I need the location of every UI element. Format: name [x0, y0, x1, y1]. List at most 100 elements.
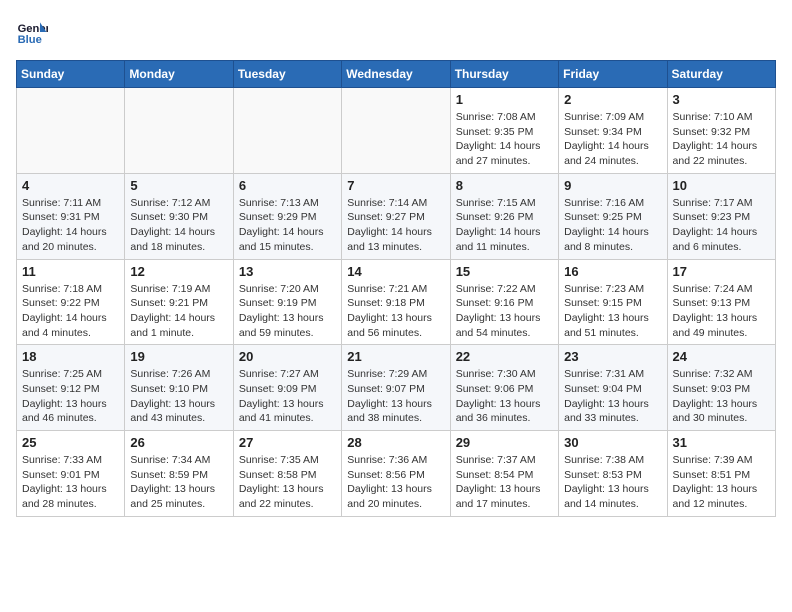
day-number: 12 [130, 264, 227, 279]
calendar-day-cell: 19 Sunrise: 7:26 AM Sunset: 9:10 PM Dayli… [125, 345, 233, 431]
calendar-day-cell: 23Sunrise: 7:31 AM Sunset: 9:04 PM Dayli… [559, 345, 667, 431]
day-info: Sunrise: 7:37 AM Sunset: 8:54 PM Dayligh… [456, 453, 553, 512]
calendar-day-cell: 14 Sunrise: 7:21 AM Sunset: 9:18 PM Dayli… [342, 259, 450, 345]
day-info: Sunrise: 7:23 AM Sunset: 9:15 PM Dayligh… [564, 282, 661, 341]
day-info: Sunrise: 7:25 AM Sunset: 9:12 PM Dayligh… [22, 367, 119, 426]
day-info: Sunrise: 7:22 AM Sunset: 9:16 PM Dayligh… [456, 282, 553, 341]
day-number: 19 [130, 349, 227, 364]
day-info: Sunrise: 7:08 AM Sunset: 9:35 PM Dayligh… [456, 110, 553, 169]
day-info: Sunrise: 7:36 AM Sunset: 8:56 PM Dayligh… [347, 453, 444, 512]
day-info: Sunrise: 7:19 AM Sunset: 9:21 PM Dayligh… [130, 282, 227, 341]
calendar-day-cell: 26 Sunrise: 7:34 AM Sunset: 8:59 PM Dayli… [125, 431, 233, 517]
calendar-day-cell: 24 Sunrise: 7:32 AM Sunset: 9:03 PM Dayli… [667, 345, 775, 431]
day-number: 11 [22, 264, 119, 279]
day-number: 31 [673, 435, 770, 450]
day-number: 4 [22, 178, 119, 193]
day-info: Sunrise: 7:10 AM Sunset: 9:32 PM Dayligh… [673, 110, 770, 169]
calendar-week-row: 11 Sunrise: 7:18 AM Sunset: 9:22 PM Dayli… [17, 259, 776, 345]
day-info: Sunrise: 7:16 AM Sunset: 9:25 PM Dayligh… [564, 196, 661, 255]
svg-text:Blue: Blue [18, 34, 42, 46]
day-number: 25 [22, 435, 119, 450]
calendar-week-row: 1 Sunrise: 7:08 AM Sunset: 9:35 PM Daylig… [17, 88, 776, 174]
day-info: Sunrise: 7:09 AM Sunset: 9:34 PM Dayligh… [564, 110, 661, 169]
day-number: 1 [456, 92, 553, 107]
day-info: Sunrise: 7:13 AM Sunset: 9:29 PM Dayligh… [239, 196, 336, 255]
day-info: Sunrise: 7:33 AM Sunset: 9:01 PM Dayligh… [22, 453, 119, 512]
day-number: 16 [564, 264, 661, 279]
day-number: 8 [456, 178, 553, 193]
calendar-header-tuesday: Tuesday [233, 61, 341, 88]
day-number: 22 [456, 349, 553, 364]
day-info: Sunrise: 7:32 AM Sunset: 9:03 PM Dayligh… [673, 367, 770, 426]
calendar-day-cell: 12 Sunrise: 7:19 AM Sunset: 9:21 PM Dayli… [125, 259, 233, 345]
calendar-day-cell: 27 Sunrise: 7:35 AM Sunset: 8:58 PM Dayli… [233, 431, 341, 517]
calendar-body: 1 Sunrise: 7:08 AM Sunset: 9:35 PM Daylig… [17, 88, 776, 517]
calendar-empty-cell [17, 88, 125, 174]
day-number: 15 [456, 264, 553, 279]
calendar-day-cell: 6Sunrise: 7:13 AM Sunset: 9:29 PM Daylig… [233, 173, 341, 259]
calendar-day-cell: 9 Sunrise: 7:16 AM Sunset: 9:25 PM Daylig… [559, 173, 667, 259]
calendar-header-row: SundayMondayTuesdayWednesdayThursdayFrid… [17, 61, 776, 88]
calendar-empty-cell [342, 88, 450, 174]
day-info: Sunrise: 7:30 AM Sunset: 9:06 PM Dayligh… [456, 367, 553, 426]
day-number: 29 [456, 435, 553, 450]
calendar-header-monday: Monday [125, 61, 233, 88]
calendar-day-cell: 3 Sunrise: 7:10 AM Sunset: 9:32 PM Daylig… [667, 88, 775, 174]
day-number: 27 [239, 435, 336, 450]
calendar-day-cell: 4 Sunrise: 7:11 AM Sunset: 9:31 PM Daylig… [17, 173, 125, 259]
day-number: 2 [564, 92, 661, 107]
calendar-header-sunday: Sunday [17, 61, 125, 88]
day-number: 28 [347, 435, 444, 450]
day-number: 13 [239, 264, 336, 279]
calendar-empty-cell [233, 88, 341, 174]
calendar-day-cell: 2 Sunrise: 7:09 AM Sunset: 9:34 PM Daylig… [559, 88, 667, 174]
day-info: Sunrise: 7:29 AM Sunset: 9:07 PM Dayligh… [347, 367, 444, 426]
calendar-day-cell: 10 Sunrise: 7:17 AM Sunset: 9:23 PM Dayli… [667, 173, 775, 259]
calendar-day-cell: 5Sunrise: 7:12 AM Sunset: 9:30 PM Daylig… [125, 173, 233, 259]
day-number: 20 [239, 349, 336, 364]
day-info: Sunrise: 7:14 AM Sunset: 9:27 PM Dayligh… [347, 196, 444, 255]
calendar-day-cell: 8Sunrise: 7:15 AM Sunset: 9:26 PM Daylig… [450, 173, 558, 259]
day-number: 9 [564, 178, 661, 193]
logo: General Blue [16, 16, 52, 48]
day-number: 10 [673, 178, 770, 193]
day-number: 30 [564, 435, 661, 450]
day-number: 14 [347, 264, 444, 279]
day-info: Sunrise: 7:27 AM Sunset: 9:09 PM Dayligh… [239, 367, 336, 426]
day-info: Sunrise: 7:35 AM Sunset: 8:58 PM Dayligh… [239, 453, 336, 512]
day-number: 5 [130, 178, 227, 193]
calendar-day-cell: 13Sunrise: 7:20 AM Sunset: 9:19 PM Dayli… [233, 259, 341, 345]
day-info: Sunrise: 7:11 AM Sunset: 9:31 PM Dayligh… [22, 196, 119, 255]
calendar-day-cell: 18Sunrise: 7:25 AM Sunset: 9:12 PM Dayli… [17, 345, 125, 431]
calendar-day-cell: 29 Sunrise: 7:37 AM Sunset: 8:54 PM Dayli… [450, 431, 558, 517]
day-number: 7 [347, 178, 444, 193]
calendar-day-cell: 7 Sunrise: 7:14 AM Sunset: 9:27 PM Daylig… [342, 173, 450, 259]
logo-icon: General Blue [16, 16, 48, 48]
day-info: Sunrise: 7:21 AM Sunset: 9:18 PM Dayligh… [347, 282, 444, 341]
calendar-header-thursday: Thursday [450, 61, 558, 88]
calendar-day-cell: 31 Sunrise: 7:39 AM Sunset: 8:51 PM Dayli… [667, 431, 775, 517]
calendar-week-row: 4 Sunrise: 7:11 AM Sunset: 9:31 PM Daylig… [17, 173, 776, 259]
calendar-day-cell: 30Sunrise: 7:38 AM Sunset: 8:53 PM Dayli… [559, 431, 667, 517]
day-info: Sunrise: 7:18 AM Sunset: 9:22 PM Dayligh… [22, 282, 119, 341]
calendar-week-row: 18Sunrise: 7:25 AM Sunset: 9:12 PM Dayli… [17, 345, 776, 431]
calendar-header-wednesday: Wednesday [342, 61, 450, 88]
day-number: 26 [130, 435, 227, 450]
calendar-header-friday: Friday [559, 61, 667, 88]
day-info: Sunrise: 7:26 AM Sunset: 9:10 PM Dayligh… [130, 367, 227, 426]
day-info: Sunrise: 7:34 AM Sunset: 8:59 PM Dayligh… [130, 453, 227, 512]
calendar-day-cell: 17Sunrise: 7:24 AM Sunset: 9:13 PM Dayli… [667, 259, 775, 345]
calendar-day-cell: 25 Sunrise: 7:33 AM Sunset: 9:01 PM Dayli… [17, 431, 125, 517]
calendar-week-row: 25 Sunrise: 7:33 AM Sunset: 9:01 PM Dayli… [17, 431, 776, 517]
day-number: 3 [673, 92, 770, 107]
day-number: 24 [673, 349, 770, 364]
day-number: 23 [564, 349, 661, 364]
calendar-day-cell: 11 Sunrise: 7:18 AM Sunset: 9:22 PM Dayli… [17, 259, 125, 345]
day-number: 21 [347, 349, 444, 364]
day-info: Sunrise: 7:39 AM Sunset: 8:51 PM Dayligh… [673, 453, 770, 512]
calendar-day-cell: 28 Sunrise: 7:36 AM Sunset: 8:56 PM Dayli… [342, 431, 450, 517]
calendar-day-cell: 21 Sunrise: 7:29 AM Sunset: 9:07 PM Dayli… [342, 345, 450, 431]
calendar-day-cell: 22 Sunrise: 7:30 AM Sunset: 9:06 PM Dayli… [450, 345, 558, 431]
page-header: General Blue [16, 16, 776, 48]
day-info: Sunrise: 7:17 AM Sunset: 9:23 PM Dayligh… [673, 196, 770, 255]
